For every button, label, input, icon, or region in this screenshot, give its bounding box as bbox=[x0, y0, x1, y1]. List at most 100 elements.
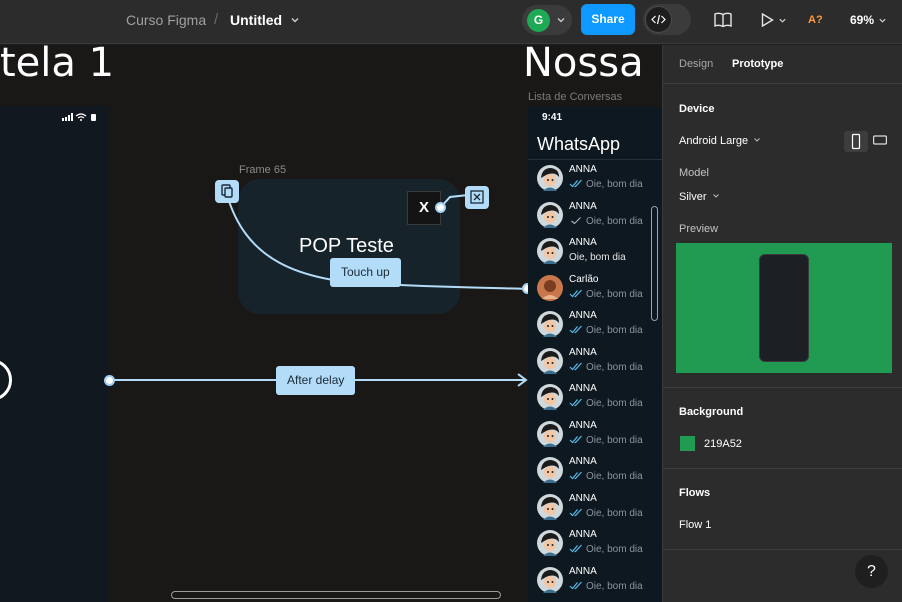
last-message: Oie, bom dia bbox=[569, 252, 626, 263]
play-icon[interactable] bbox=[759, 12, 775, 28]
last-message: Oie, bom dia bbox=[569, 362, 643, 373]
list-item[interactable]: ANNA Oie, bom dia bbox=[528, 453, 662, 489]
list-item[interactable]: ANNA Oie, bom dia bbox=[528, 307, 662, 343]
message-text: Oie, bom dia bbox=[586, 580, 643, 592]
background-hex-input[interactable]: 219A52 bbox=[704, 438, 742, 450]
scrollbar[interactable] bbox=[651, 206, 658, 321]
properties-panel: Design Prototype Device Android Large Mo… bbox=[662, 45, 902, 602]
avatar bbox=[537, 457, 563, 483]
list-item[interactable]: ANNA Oie, bom dia bbox=[528, 380, 662, 416]
read-receipt-icon bbox=[569, 179, 582, 188]
read-receipt-icon bbox=[569, 471, 582, 480]
list-item[interactable]: ANNA Oie, bom dia bbox=[528, 344, 662, 380]
model-select[interactable]: Silver bbox=[679, 191, 720, 203]
horizontal-scrollbar[interactable] bbox=[171, 591, 501, 599]
last-message: Oie, bom dia bbox=[569, 325, 643, 336]
avatar bbox=[537, 165, 563, 191]
list-item[interactable]: ANNA Oie, bom dia bbox=[528, 526, 662, 562]
avatar bbox=[537, 311, 563, 337]
contact-name: Carlão bbox=[569, 273, 599, 285]
device-select[interactable]: Android Large bbox=[679, 135, 761, 147]
avatar bbox=[537, 384, 563, 410]
project-name[interactable]: Curso Figma bbox=[126, 12, 206, 28]
chevron-down-icon[interactable] bbox=[878, 16, 887, 25]
avatar bbox=[537, 566, 563, 593]
read-receipt-icon bbox=[569, 581, 582, 589]
last-message: Oie, bom dia bbox=[569, 544, 643, 555]
contact-name: ANNA bbox=[569, 346, 597, 358]
read-receipt-icon bbox=[569, 508, 582, 516]
model-value: Silver bbox=[679, 191, 707, 203]
read-receipt-icon bbox=[569, 544, 582, 553]
file-name[interactable]: Untitled bbox=[230, 12, 282, 28]
avatar bbox=[537, 238, 563, 264]
connection-handle[interactable] bbox=[435, 202, 446, 213]
chevron-down-icon[interactable] bbox=[289, 14, 301, 26]
close-overlay-icon[interactable] bbox=[465, 186, 489, 209]
tab-design[interactable]: Design bbox=[679, 58, 713, 70]
read-receipt-icon bbox=[569, 362, 582, 370]
chevron-down-icon bbox=[712, 194, 719, 198]
last-message: Oie, bom dia bbox=[569, 289, 643, 300]
chevron-down-icon[interactable] bbox=[778, 16, 787, 25]
accessibility-check[interactable]: A? bbox=[808, 14, 823, 26]
connection-handle[interactable] bbox=[104, 375, 115, 386]
message-text: Oie, bom dia bbox=[586, 215, 643, 227]
message-text: Oie, bom dia bbox=[586, 471, 643, 482]
interaction-badge-touch-up[interactable]: Touch up bbox=[330, 258, 401, 287]
contact-name: ANNA bbox=[569, 565, 597, 577]
list-item[interactable]: ANNA Oie, bom dia bbox=[528, 234, 662, 270]
avatar bbox=[537, 420, 563, 447]
toolbar: Curso Figma / Untitled G Share A? 69% bbox=[0, 0, 902, 44]
contact-name: ANNA bbox=[569, 419, 597, 431]
list-item[interactable]: ANNA Oie, bom dia bbox=[528, 490, 662, 526]
model-label: Model bbox=[679, 167, 709, 179]
book-icon[interactable] bbox=[713, 11, 733, 29]
list-item[interactable]: ANNA Oie, bom dia bbox=[528, 161, 662, 197]
message-text: Oie, bom dia bbox=[586, 398, 643, 409]
read-receipt-icon bbox=[571, 216, 581, 224]
landscape-icon[interactable] bbox=[873, 135, 887, 145]
background-section-title: Background bbox=[679, 406, 744, 418]
list-item[interactable]: ANNA Oie, bom dia bbox=[528, 198, 662, 234]
flow-item[interactable]: Flow 1 bbox=[679, 519, 711, 531]
last-message: Oie, bom dia bbox=[569, 179, 643, 190]
avatar bbox=[537, 274, 563, 301]
canvas[interactable]: tela 1 Nossa Frame 65 POP Teste X Touch … bbox=[0, 45, 662, 602]
portrait-button[interactable] bbox=[844, 131, 868, 152]
avatar bbox=[537, 493, 563, 520]
message-text: Oie, bom dia bbox=[569, 252, 626, 263]
message-text: Oie, bom dia bbox=[586, 434, 643, 446]
message-text: Oie, bom dia bbox=[586, 544, 643, 555]
message-text: Oie, bom dia bbox=[586, 361, 643, 373]
last-message: Oie, bom dia bbox=[569, 471, 643, 482]
share-button[interactable]: Share bbox=[581, 4, 635, 35]
tab-prototype[interactable]: Prototype bbox=[732, 58, 783, 70]
chevron-down-icon[interactable] bbox=[556, 15, 566, 25]
list-item[interactable]: ANNA Oie, bom dia bbox=[528, 563, 662, 599]
frame-lista-de-conversas[interactable]: 9:41 WhatsApp ANNA Oie, bom dia ANNA Oie, b… bbox=[528, 106, 662, 602]
avatar bbox=[537, 530, 563, 556]
read-receipt-icon bbox=[569, 325, 582, 334]
last-message: Oie, bom dia bbox=[569, 581, 643, 592]
frame-label[interactable]: Lista de Conversas bbox=[528, 91, 622, 103]
contact-name: ANNA bbox=[569, 492, 597, 504]
list-item[interactable]: ANNA Oie, bom dia bbox=[528, 417, 662, 453]
avatar[interactable]: G bbox=[527, 9, 550, 32]
color-swatch[interactable] bbox=[680, 436, 695, 451]
divider bbox=[663, 549, 902, 550]
divider bbox=[663, 83, 902, 84]
interaction-badge-after-delay[interactable]: After delay bbox=[276, 366, 356, 395]
last-message: Oie, bom dia bbox=[569, 216, 643, 227]
help-button[interactable]: ? bbox=[855, 555, 888, 588]
message-text: Oie, bom dia bbox=[586, 507, 643, 519]
list-item[interactable]: Carlão Oie, bom dia bbox=[528, 271, 662, 307]
zoom-level[interactable]: 69% bbox=[850, 13, 874, 27]
divider bbox=[663, 387, 902, 388]
divider bbox=[528, 159, 662, 160]
flow-start-node[interactable] bbox=[215, 180, 239, 203]
device-section-title: Device bbox=[679, 103, 715, 115]
last-message: Oie, bom dia bbox=[569, 435, 643, 446]
divider bbox=[663, 468, 902, 469]
contact-name: ANNA bbox=[569, 164, 597, 175]
